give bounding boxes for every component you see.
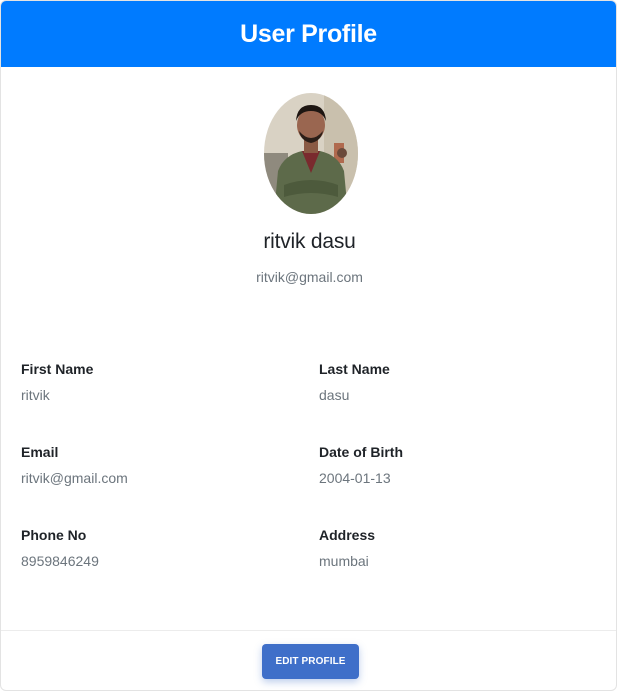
field-address: Address mumbai (319, 526, 375, 570)
email-label: Email (21, 444, 59, 460)
address-value: mumbai (319, 553, 369, 569)
phone-value: 8959846249 (21, 553, 99, 569)
page-title: User Profile (240, 19, 377, 48)
profile-email: ritvik@gmail.com (256, 269, 363, 285)
last-name-label: Last Name (319, 361, 390, 377)
avatar (264, 93, 358, 214)
header-bar: User Profile (1, 1, 616, 67)
field-first-name: First Name ritvik (21, 360, 93, 404)
field-date-of-birth: Date of Birth 2004-01-13 (319, 443, 403, 487)
field-last-name: Last Name dasu (319, 360, 390, 404)
address-label: Address (319, 527, 376, 543)
user-photo-icon (264, 93, 358, 214)
first-name-label: First Name (21, 361, 94, 377)
field-phone: Phone No 8959846249 (21, 526, 99, 570)
phone-label: Phone No (21, 527, 87, 543)
email-value: ritvik@gmail.com (21, 470, 128, 486)
first-name-value: ritvik (21, 387, 50, 403)
profile-card: User Profile ritvik dasu ritvik@gmail.co… (0, 0, 617, 691)
last-name-value: dasu (319, 387, 350, 403)
date-of-birth-value: 2004-01-13 (319, 470, 391, 486)
edit-profile-button[interactable]: EDIT PROFILE (262, 644, 359, 679)
field-email: Email ritvik@gmail.com (21, 443, 128, 487)
profile-name: ritvik dasu (263, 230, 356, 253)
footer-divider (1, 630, 616, 631)
date-of-birth-label: Date of Birth (319, 444, 403, 460)
